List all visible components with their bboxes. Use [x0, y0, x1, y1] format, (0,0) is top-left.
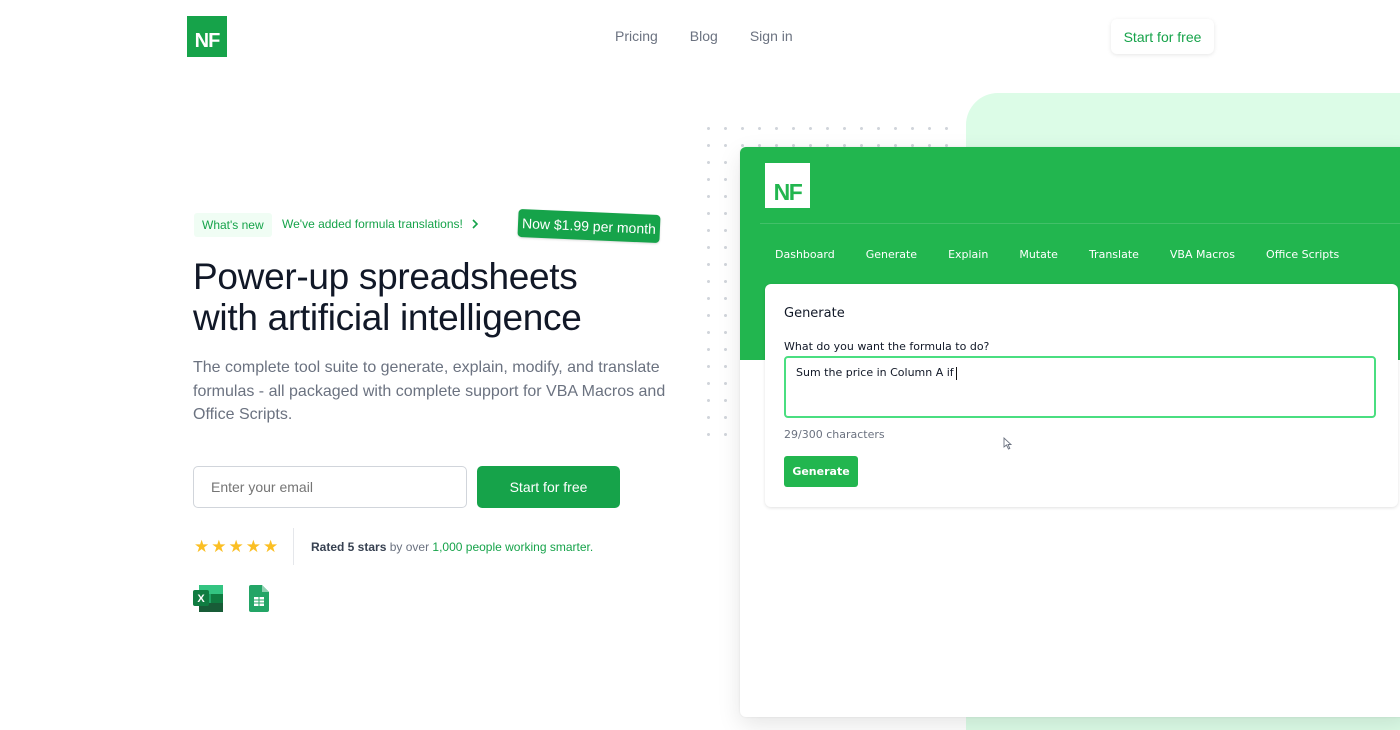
- prompt-label: What do you want the formula to do?: [784, 340, 990, 353]
- app-nav-office-scripts[interactable]: Office Scripts: [1266, 248, 1339, 261]
- star-icon: ★: [245, 537, 261, 556]
- app-nav-explain[interactable]: Explain: [948, 248, 988, 261]
- page-title: Power-up spreadsheets with artificial in…: [193, 256, 582, 338]
- mouse-cursor-icon: [1003, 437, 1012, 450]
- divider: [760, 223, 1400, 224]
- prompt-textarea[interactable]: Sum the price in Column A if: [784, 356, 1376, 418]
- star-rating: ★ ★ ★ ★ ★: [194, 537, 278, 557]
- app-nav-translate[interactable]: Translate: [1089, 248, 1139, 261]
- nav-pricing[interactable]: Pricing: [615, 28, 658, 44]
- text-caret: [955, 366, 957, 380]
- google-sheets-icon: [249, 585, 269, 612]
- rating-highlight: 1,000 people working smarter.: [432, 540, 594, 554]
- generate-card: Generate What do you want the formula to…: [765, 284, 1398, 507]
- app-nav-vba-macros[interactable]: VBA Macros: [1170, 248, 1235, 261]
- app-logo-text: NF: [773, 179, 803, 205]
- app-preview-window: NF Dashboard Generate Explain Mutate Tra…: [740, 147, 1400, 717]
- rating-middle: by over: [386, 540, 433, 554]
- rating-bold: Rated 5 stars: [311, 540, 387, 554]
- header-start-free-button[interactable]: Start for free: [1111, 19, 1214, 54]
- price-badge: Now $1.99 per month: [517, 208, 661, 244]
- nav-blog[interactable]: Blog: [690, 28, 718, 44]
- headline-line-2: with artificial intelligence: [193, 297, 582, 338]
- star-icon: ★: [228, 537, 244, 556]
- character-count: 29/300 characters: [784, 428, 885, 441]
- app-nav-mutate[interactable]: Mutate: [1019, 248, 1058, 261]
- card-title: Generate: [784, 306, 845, 321]
- excel-icon: X: [193, 585, 223, 612]
- app-logo[interactable]: NF: [765, 163, 810, 208]
- prompt-value: Sum the price in Column A if: [796, 366, 954, 379]
- app-nav: Dashboard Generate Explain Mutate Transl…: [775, 248, 1339, 261]
- announcement-text: We've added formula translations!: [282, 217, 463, 231]
- announcement-link[interactable]: We've added formula translations!: [282, 217, 479, 231]
- star-icon: ★: [263, 537, 279, 556]
- star-icon: ★: [211, 537, 227, 556]
- nav-sign-in[interactable]: Sign in: [750, 28, 793, 44]
- app-nav-generate[interactable]: Generate: [866, 248, 917, 261]
- hero-subtext: The complete tool suite to generate, exp…: [193, 359, 666, 423]
- email-input[interactable]: [193, 466, 467, 508]
- divider: [293, 528, 294, 565]
- start-free-button[interactable]: Start for free: [477, 466, 620, 508]
- rating-text: Rated 5 stars by over 1,000 people worki…: [311, 540, 593, 554]
- star-icon: ★: [194, 537, 210, 556]
- headline-line-1: Power-up spreadsheets: [193, 256, 578, 297]
- chevron-right-icon: [472, 219, 478, 229]
- whats-new-badge: What's new: [194, 213, 272, 237]
- logo-text: NF: [194, 30, 221, 52]
- logo[interactable]: NF: [187, 16, 227, 57]
- svg-text:X: X: [197, 593, 205, 605]
- top-nav: Pricing Blog Sign in: [615, 28, 793, 44]
- app-nav-dashboard[interactable]: Dashboard: [775, 248, 835, 261]
- generate-button[interactable]: Generate: [784, 456, 858, 487]
